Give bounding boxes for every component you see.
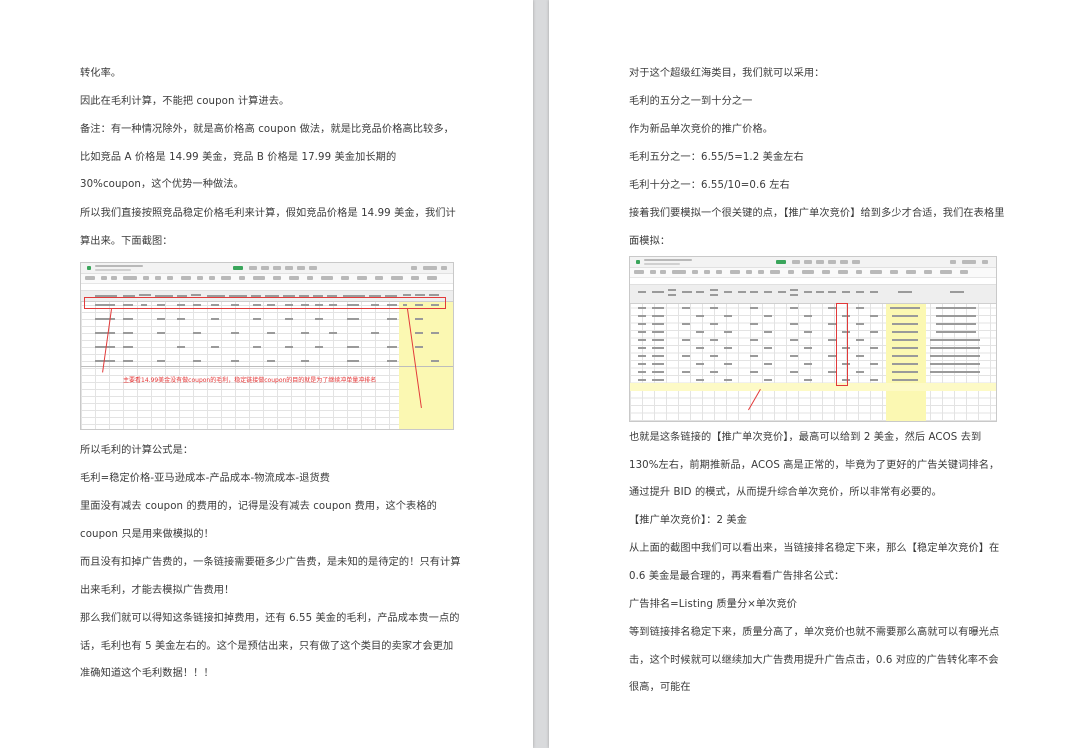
paragraph: 毛利十分之一：6.55/10=0.6 左右: [629, 180, 790, 191]
paragraph: 因此在毛利计算，不能把 coupon 计算进去。: [80, 96, 290, 107]
paragraph: 广告排名=Listing 质量分×单次竞价: [629, 599, 798, 610]
paragraph: 而且没有扣掉广告费的，一条链接需要砸多少广告费，是未知的是待定的！只有计算出来毛…: [80, 557, 461, 596]
spreadsheet-grid: [630, 285, 996, 421]
paragraph: 接着我们要模拟一个很关键的点，【推广单次竞价】给到多少才合适，我们在表格里面模拟…: [629, 208, 1005, 247]
spreadsheet-grid: 主要看14.99美金没有做coupon的毛利，稳定链接做coupon的目的就是为…: [81, 291, 453, 429]
paragraph: 毛利五分之一：6.55/5=1.2 美金左右: [629, 152, 804, 163]
paragraph: 转化率。: [80, 68, 122, 79]
highlight-box: [836, 303, 848, 386]
highlight-box: [84, 297, 446, 309]
paragraph: 作为新品单次竞价的推广价格。: [629, 124, 774, 135]
paragraph: 【推广单次竞价】：2 美金: [629, 515, 747, 526]
spreadsheet-title-bar: [630, 257, 996, 268]
paragraph: 备注：有一种情况除外，就是高价格高 coupon 做法，就是比竞品价格高比较多，…: [80, 124, 454, 191]
paragraph: 也就是这条链接的【推广单次竞价】，最高可以给到 2 美金，然后 ACOS 去到 …: [629, 432, 1000, 499]
spreadsheet-toolbar: [630, 268, 996, 278]
paragraph: 毛利=稳定价格-亚马逊成本-产品成本-物流成本-退货费: [80, 473, 331, 484]
document-page-left: 转化率。 因此在毛利计算，不能把 coupon 计算进去。 备注：有一种情况除外…: [0, 0, 533, 748]
spreadsheet-title-bar: [81, 263, 453, 274]
spreadsheet-screenshot: [629, 256, 997, 422]
paragraph: 那么我们就可以得知这条链接扣掉费用，还有 6.55 美金的毛利，产品成本贵一点的…: [80, 613, 460, 680]
annotation-text: 主要看14.99美金没有做coupon的毛利，稳定链接做coupon的目的就是为…: [123, 377, 377, 384]
spreadsheet-screenshot: 主要看14.99美金没有做coupon的毛利，稳定链接做coupon的目的就是为…: [80, 262, 454, 430]
paragraph: 所以毛利的计算公式是：: [80, 445, 194, 456]
formula-bar: [81, 284, 453, 291]
annotation-arrow: [748, 389, 761, 411]
spreadsheet-toolbar: [81, 274, 453, 284]
paragraph: 等到链接排名稳定下来，质量分高了，单次竞价也就不需要那么高就可以有曝光点击，这个…: [629, 627, 1000, 694]
paragraph: 所以我们直接按照竞品稳定价格毛利来计算，假如竞品价格是 14.99 美金，我们计…: [80, 208, 456, 247]
paragraph: 里面没有减去 coupon 的费用的，记得是没有减去 coupon 费用，这个表…: [80, 501, 437, 540]
formula-bar: [630, 278, 996, 285]
paragraph: 对于这个超级红海类目，我们就可以采用：: [629, 68, 825, 79]
paragraph: 毛利的五分之一到十分之一: [629, 96, 753, 107]
document-page-right: 对于这个超级红海类目，我们就可以采用： 毛利的五分之一到十分之一 作为新品单次竞…: [549, 0, 1080, 748]
paragraph: 从上面的截图中我们可以看出来，当链接排名稳定下来，那么【稳定单次竞价】在 0.6…: [629, 543, 1000, 582]
